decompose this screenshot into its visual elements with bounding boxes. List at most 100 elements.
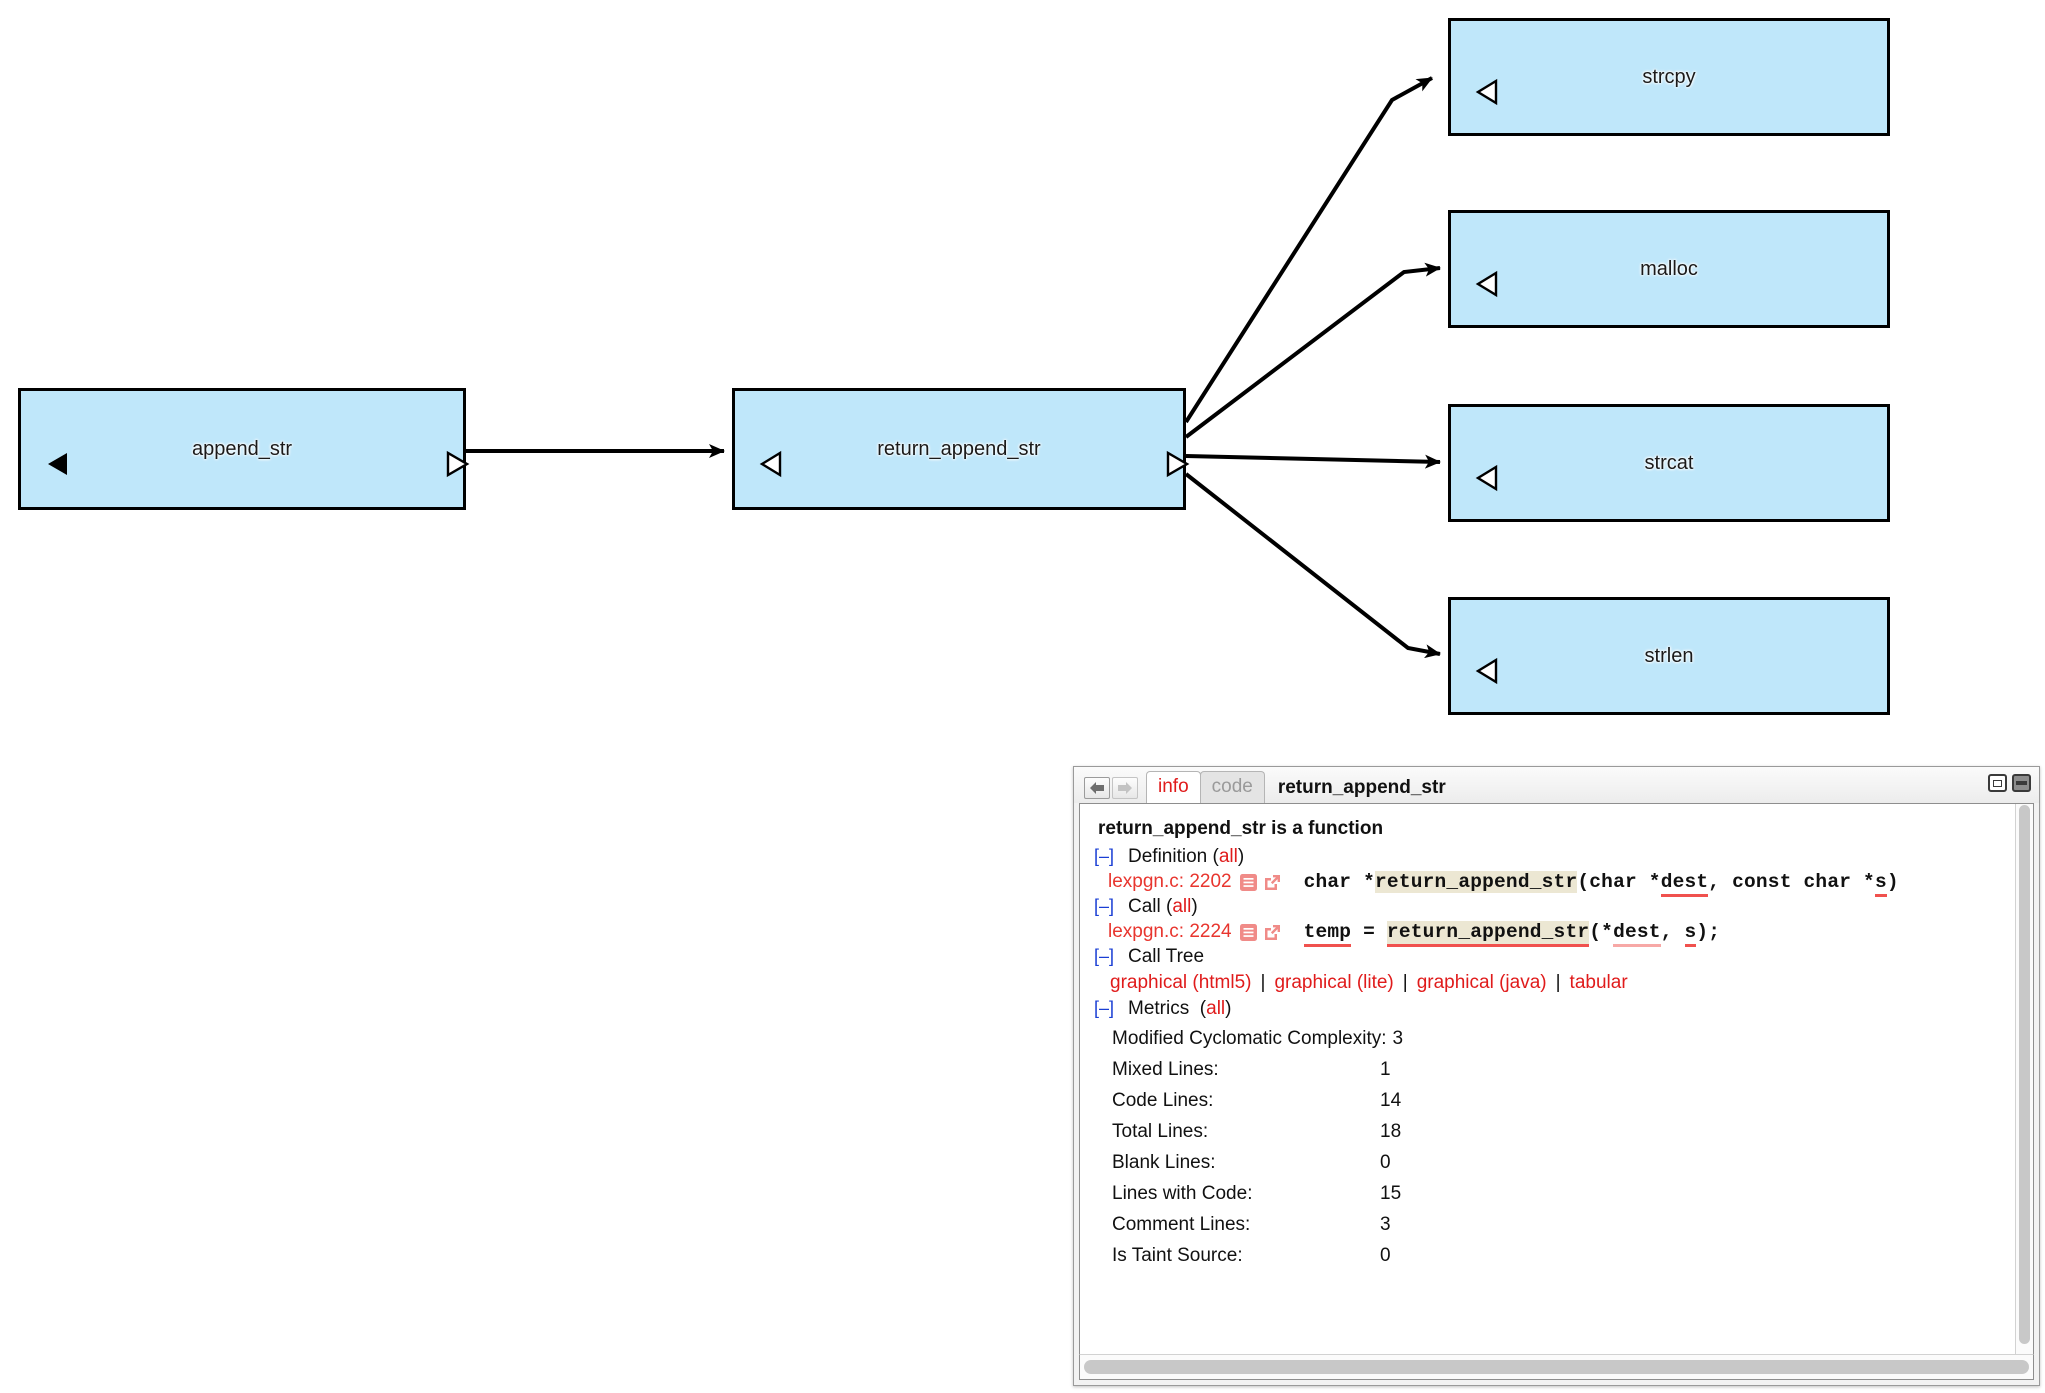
metric-value: 15 — [1380, 1182, 1402, 1204]
horizontal-scrollbar-thumb[interactable] — [1084, 1360, 2029, 1374]
metrics-paren-open: ( — [1189, 998, 1207, 1019]
call-tree-link-lite[interactable]: graphical (lite) — [1274, 972, 1393, 993]
window-buttons — [1988, 774, 2031, 792]
link-separator: | — [1555, 972, 1561, 993]
tab-info[interactable]: info — [1146, 771, 1201, 803]
definition-source-row: lexpgn.c: 2202 char *return_append_str(c… — [1094, 871, 2015, 897]
metric-value: 0 — [1380, 1151, 1391, 1173]
metric-value: 14 — [1380, 1089, 1402, 1111]
restore-icon — [1993, 779, 2002, 787]
graph-node-label: strcat — [1644, 451, 1694, 474]
metric-name: Modified Cyclomatic Complexity: — [1112, 1028, 1387, 1049]
call-source-link[interactable]: lexpgn.c: 2224 — [1108, 921, 1232, 943]
definition-paren-open: ( — [1207, 846, 1219, 867]
definition-label: Definition — [1128, 846, 1208, 867]
external-link-icon[interactable] — [1263, 873, 1282, 892]
info-heading: return_append_str is a function — [1098, 818, 1384, 839]
link-separator: | — [1260, 972, 1266, 993]
metric-name: Blank Lines: — [1112, 1151, 1216, 1173]
info-panel-titlebar: info code return_append_str — [1074, 767, 2039, 803]
graph-node-strcat[interactable]: strcat — [1448, 404, 1890, 522]
info-panel-body: return_append_str is a function [–] Defi… — [1079, 803, 2034, 1354]
restore-button[interactable] — [1988, 774, 2007, 792]
metric-row: Blank Lines: 0 — [1112, 1148, 2015, 1179]
external-link-icon[interactable] — [1263, 923, 1282, 942]
graph-node-label: return_append_str — [877, 437, 1041, 460]
call-paren-open: ( — [1160, 896, 1173, 917]
code-token: (char * — [1577, 871, 1661, 893]
call-collapse-toggle[interactable]: [–] — [1094, 896, 1120, 917]
metric-name: Comment Lines: — [1112, 1213, 1251, 1235]
vertical-scrollbar-thumb[interactable] — [2019, 805, 2030, 1344]
graph-node-strlen[interactable]: strlen — [1448, 597, 1890, 715]
code-token: dest — [1660, 871, 1709, 897]
metrics-list: Modified Cyclomatic Complexity: 3 Mixed … — [1112, 1024, 2015, 1272]
definition-collapse-toggle[interactable]: [–] — [1094, 846, 1120, 867]
call-tree-link-java[interactable]: graphical (java) — [1417, 972, 1547, 993]
lines-icon[interactable] — [1239, 923, 1258, 942]
lines-icon[interactable] — [1239, 873, 1258, 892]
graph-node-strcpy[interactable]: strcpy — [1448, 18, 1890, 136]
back-arrow-icon — [1090, 782, 1104, 794]
minimize-icon — [2016, 781, 2027, 785]
graph-node-return-append-str[interactable]: return_append_str — [732, 388, 1190, 510]
back-button[interactable] — [1084, 777, 1110, 799]
call-code: temp = return_append_str(*dest, s); — [1303, 921, 1721, 947]
metrics-paren-close: ) — [1225, 998, 1232, 1019]
section-call-header: [–] Call (all) — [1094, 896, 2015, 918]
forward-arrow-icon — [1118, 782, 1132, 794]
call-tree-label: Call Tree — [1128, 946, 1205, 967]
metric-row: Comment Lines: 3 — [1112, 1210, 2015, 1241]
call-source-icons — [1239, 923, 1282, 942]
metric-row: Modified Cyclomatic Complexity: 3 — [1112, 1024, 2015, 1055]
panel-tabs: info code — [1146, 771, 1265, 803]
tab-info-label: info — [1158, 776, 1189, 798]
code-token: return_append_str — [1386, 921, 1590, 947]
metric-value: 3 — [1380, 1213, 1391, 1235]
graph-node-label: malloc — [1640, 257, 1698, 280]
metric-value: 1 — [1380, 1058, 1391, 1080]
navigation-buttons — [1084, 777, 1138, 799]
metric-row: Total Lines: 18 — [1112, 1117, 2015, 1148]
code-token: char * — [1303, 871, 1376, 893]
vertical-scrollbar[interactable] — [2015, 804, 2033, 1354]
code-token: ); — [1696, 921, 1721, 943]
graph-node-malloc[interactable]: malloc — [1448, 210, 1890, 328]
tab-code[interactable]: code — [1199, 771, 1265, 803]
metric-value: 3 — [1392, 1028, 1404, 1049]
code-token: , — [1660, 921, 1685, 943]
graph-node-label: append_str — [191, 437, 293, 460]
call-tree-collapse-toggle[interactable]: [–] — [1094, 946, 1120, 967]
metric-name: Lines with Code: — [1112, 1182, 1253, 1204]
metric-value: 18 — [1380, 1120, 1402, 1142]
metrics-label: Metrics — [1128, 998, 1190, 1019]
definition-all-link[interactable]: all — [1219, 846, 1238, 868]
code-token: , const char * — [1708, 871, 1875, 893]
info-panel-window: info code return_append_str return_appen… — [1073, 766, 2040, 1386]
call-all-link[interactable]: all — [1172, 896, 1191, 918]
code-token: s — [1874, 871, 1887, 897]
graph-node-append-str[interactable]: append_str — [18, 388, 470, 510]
section-call-tree-header: [–] Call Tree — [1094, 946, 2015, 968]
definition-source-link[interactable]: lexpgn.c: 2202 — [1108, 871, 1232, 893]
graph-node-label: strcpy — [1642, 65, 1696, 88]
call-tree-link-tabular[interactable]: tabular — [1570, 972, 1628, 993]
call-tree-link-html5[interactable]: graphical (html5) — [1110, 972, 1252, 993]
panel-title: return_append_str — [1277, 777, 1446, 798]
metric-name: Is Taint Source: — [1112, 1244, 1243, 1266]
section-definition-header: [–] Definition (all) — [1094, 846, 2015, 868]
code-token: (* — [1589, 921, 1614, 943]
metrics-all-link[interactable]: all — [1206, 998, 1225, 1020]
horizontal-scrollbar[interactable] — [1079, 1354, 2034, 1380]
tab-code-label: code — [1211, 776, 1253, 798]
metrics-collapse-toggle[interactable]: [–] — [1094, 998, 1120, 1019]
definition-source-icons — [1239, 873, 1282, 892]
minimize-button[interactable] — [2012, 774, 2031, 792]
call-graph: append_str return_append_str strcpy mall… — [0, 0, 2045, 760]
call-paren-close: ) — [1191, 896, 1198, 917]
metric-row: Is Taint Source: 0 — [1112, 1241, 2015, 1272]
metric-name: Mixed Lines: — [1112, 1058, 1219, 1080]
forward-button[interactable] — [1112, 777, 1138, 799]
metric-row: Mixed Lines: 1 — [1112, 1055, 2015, 1086]
call-tree-links: graphical (html5) | graphical (lite) | graph… — [1110, 972, 2015, 994]
